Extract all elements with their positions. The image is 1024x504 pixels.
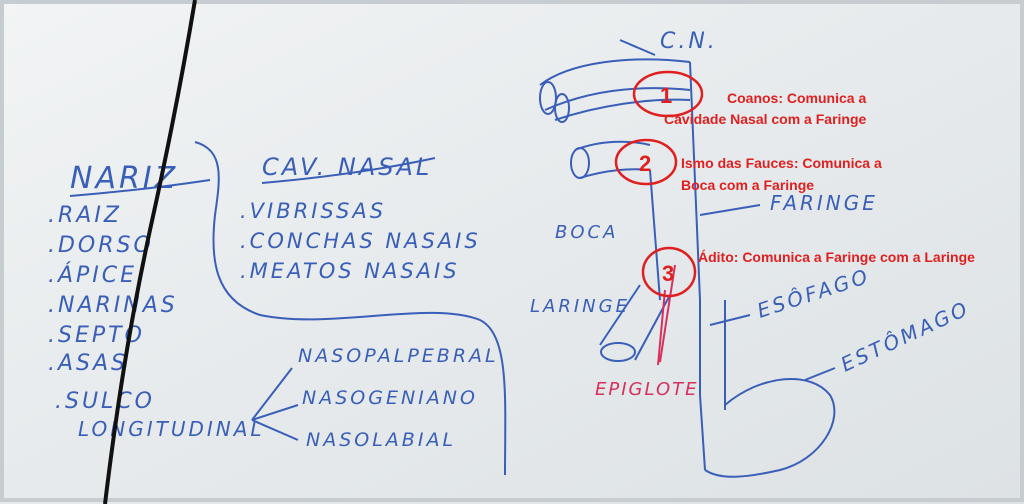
whiteboard-photo: NARIZ .RAIZ .DORSO .ÁPICE .NARINAS .SEPT…: [0, 0, 1024, 504]
nariz-item: .SULCO: [55, 389, 155, 414]
label-laringe: LARINGE: [530, 296, 630, 317]
annotation-2-line2: Boca com a Faringe: [681, 177, 814, 193]
label-cn: C.N.: [660, 29, 718, 54]
nariz-item: .ÁPICE: [48, 262, 137, 288]
nariz-item: .DORSO: [48, 233, 154, 258]
annotation-1-line2: Cavidade Nasal com a Faringe: [664, 111, 867, 127]
nariz-item: LONGITUDINAL: [78, 417, 265, 441]
sulco-type: NASOGENIANO: [302, 387, 478, 409]
cav-nasal-item: .CONCHAS NASAIS: [240, 229, 481, 253]
label-epiglote: EPIGLOTE: [595, 379, 699, 400]
cav-nasal-title: CAV. NASAL: [262, 153, 432, 181]
cav-nasal-item: .VIBRISSAS: [240, 199, 386, 223]
sulco-type: NASOLABIAL: [306, 429, 456, 451]
nariz-item: .NARINAS: [48, 293, 178, 318]
annotation-3-line1: Ádito: Comunica a Faringe com a Laringe: [698, 249, 975, 265]
label-faringe: FARINGE: [770, 191, 878, 215]
nariz-item: .ASAS: [48, 351, 128, 376]
nariz-item: .RAIZ: [48, 203, 122, 228]
marker-number-2: 2: [639, 151, 651, 176]
annotation-1-line1: Coanos: Comunica a: [727, 90, 866, 106]
sulco-type: NASOPALPEBRAL: [298, 345, 499, 367]
label-boca: BOCA: [555, 222, 618, 243]
marker-number-3: 3: [662, 261, 674, 286]
marker-number-1: 1: [660, 83, 672, 108]
annotation-2-line1: Ismo das Fauces: Comunica a: [681, 155, 882, 171]
cav-nasal-item: .MEATOS NASAIS: [240, 259, 460, 283]
